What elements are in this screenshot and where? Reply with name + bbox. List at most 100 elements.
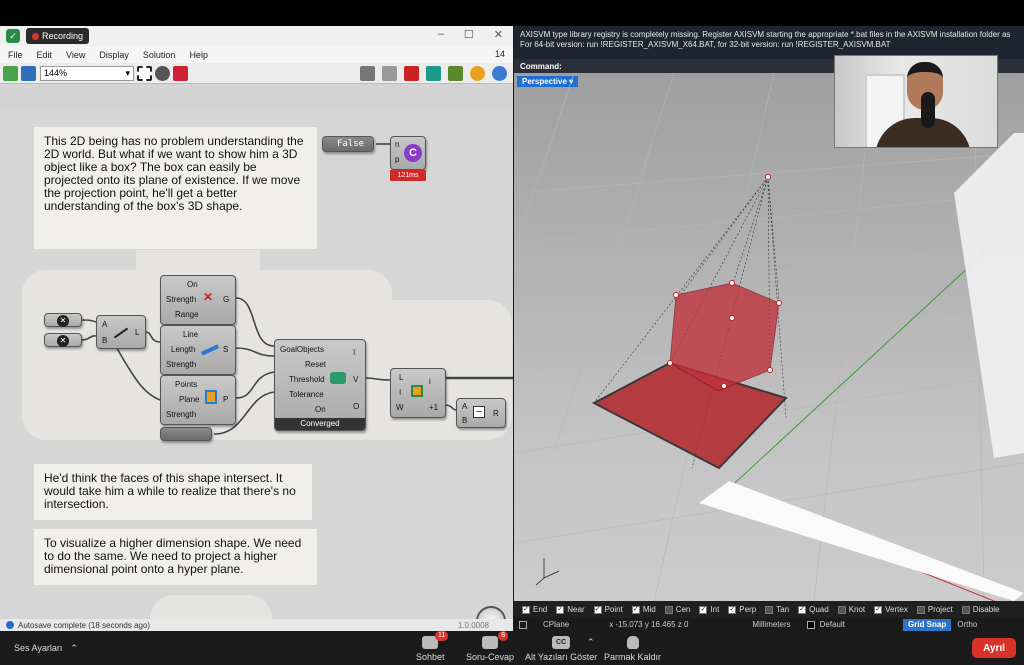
row-goalobjects: GoalObjects [280, 345, 325, 354]
raise-hand-label: Parmak Kaldır [604, 652, 662, 662]
snap-knot[interactable]: Knot [837, 605, 865, 614]
snap-cen[interactable]: Cen [664, 605, 690, 614]
wireframe-icon[interactable] [382, 66, 397, 81]
leave-button[interactable]: Ayrıl [972, 638, 1016, 658]
line-component[interactable]: A B L [96, 315, 146, 349]
shaded-icon[interactable] [404, 66, 419, 81]
menu-edit[interactable]: Edit [37, 50, 53, 60]
menu-view[interactable]: View [66, 50, 85, 60]
slider-component[interactable] [160, 427, 212, 441]
length-icon [200, 344, 220, 356]
perspective-viewport[interactable]: Perspective ▾ [514, 73, 1024, 601]
layer-label[interactable]: Default [820, 620, 845, 629]
onplane-goal-component[interactable]: Points Plane Strength P [160, 375, 236, 425]
output-i: I [353, 348, 356, 357]
row-tolerance: Tolerance [289, 390, 324, 399]
snap-vertex[interactable]: ✓ Vertex [874, 605, 908, 614]
white-slab [699, 481, 1024, 601]
output-p: P [223, 395, 229, 404]
output-plus1: +1 [429, 403, 439, 412]
snap-point[interactable]: ✓ Point [593, 605, 623, 614]
render-icon[interactable] [470, 66, 485, 81]
converged-label: Converged [300, 419, 340, 428]
snap-end[interactable]: ✓ End [522, 605, 547, 614]
maximize-icon[interactable]: ☐ [464, 28, 474, 41]
qa-button[interactable]: 8 Soru-Cevap [466, 631, 514, 662]
snap-tan[interactable]: Tan [765, 605, 789, 614]
length-goal-component[interactable]: Line Length Strength S [160, 325, 236, 375]
toggle-value: False [337, 139, 365, 149]
subtraction-component[interactable]: A B R – [456, 398, 506, 428]
preview-mode-icon[interactable] [360, 66, 375, 81]
checkbox-icon [664, 605, 673, 614]
select-icon[interactable] [137, 65, 152, 81]
snap-mid[interactable]: ✓ Mid [631, 605, 656, 614]
recording-badge[interactable]: Recording [26, 28, 90, 44]
concatenate-component[interactable]: n p C [390, 136, 426, 170]
recording-label: Recording [42, 31, 84, 41]
close-icon[interactable]: ✕ [494, 28, 503, 41]
timer-value: 121ms [397, 172, 419, 179]
top-black-strip [0, 0, 1024, 26]
menu-file[interactable]: File [8, 50, 23, 60]
grid-snap-toggle[interactable]: Grid Snap [903, 618, 952, 631]
toolbar-right-group [357, 66, 507, 81]
preview-eye-icon[interactable] [155, 65, 170, 81]
row-range: Range [175, 310, 199, 319]
rhino-status-bar: CPlane x -15.073 y 16.465 z 0 Millimeter… [514, 618, 1024, 631]
minus-icon: – [473, 406, 485, 418]
chevron-up-icon[interactable]: ⌃ [587, 637, 595, 648]
projected-shadow [591, 361, 788, 470]
panel-icon[interactable] [519, 620, 527, 629]
osnap-bar: ✓ End ✓ Near ✓ Point ✓ Mid Cen ✓ Int ✓ Perp Ta… [514, 601, 1024, 618]
open-file-icon[interactable] [3, 65, 18, 81]
input-l: L [399, 373, 404, 382]
anchor-icon: ✕ [203, 290, 214, 304]
point-icon: ✕ [57, 315, 69, 327]
menu-display[interactable]: Display [99, 50, 129, 60]
leave-label: Ayrıl [983, 642, 1005, 654]
snap-disable[interactable]: Disable [961, 605, 999, 614]
snap-near[interactable]: ✓ Near [556, 605, 585, 614]
audio-settings-label: Ses Ayarları [14, 643, 63, 653]
list-item-component[interactable]: L I W i +1 [390, 368, 446, 418]
captions-label: Alt Yazıları Göster [525, 652, 598, 662]
selected-only-icon[interactable] [448, 66, 463, 81]
snap-perp[interactable]: ✓ Perp [728, 605, 756, 614]
cplane-label[interactable]: CPlane [543, 620, 569, 629]
mesh-icon[interactable] [426, 66, 441, 81]
output-g: G [223, 295, 230, 304]
shield-icon: ✓ [6, 29, 20, 43]
globe-icon[interactable] [492, 66, 507, 81]
row-strength: Strength [166, 360, 197, 369]
menu-solution[interactable]: Solution [143, 50, 176, 60]
row-on: On [315, 405, 326, 414]
save-icon[interactable] [21, 65, 36, 81]
boolean-toggle[interactable]: False [322, 136, 374, 152]
autosave-icon [6, 621, 14, 629]
ortho-toggle[interactable]: Ortho [957, 620, 977, 629]
point-param-a[interactable]: ✕ [44, 313, 82, 327]
solver-status: Converged [275, 418, 365, 430]
grasshopper-window: ✓ Recording – ☐ ✕ File Edit View Display… [0, 26, 513, 631]
row-on: On [187, 280, 198, 289]
anchor-goal-component[interactable]: On Strength Range G ✕ [160, 275, 236, 325]
output-v: V [353, 375, 359, 384]
grasshopper-canvas[interactable]: This 2D being has no problem understandi… [0, 110, 513, 631]
snap-quad[interactable]: ✓ Quad [798, 605, 829, 614]
snap-project[interactable]: Project [916, 605, 953, 614]
checkbox-icon: ✓ [699, 605, 708, 614]
snap-int[interactable]: ✓ Int [699, 605, 719, 614]
output-s: S [223, 345, 229, 354]
sketch-icon[interactable] [173, 65, 188, 81]
kangaroo-solver[interactable]: GoalObjects Reset Threshold Tolerance On… [274, 339, 366, 431]
chat-button[interactable]: 11 Sohbet [416, 631, 449, 662]
menu-help[interactable]: Help [189, 50, 208, 60]
audio-settings-button[interactable]: Ses Ayarları ⌃ [14, 643, 78, 654]
zoom-dropdown[interactable]: 144% ▾ [40, 65, 134, 81]
raise-hand-button[interactable]: Parmak Kaldır [604, 636, 661, 662]
meeting-controls-bar: Ses Ayarları ⌃ 11 Sohbet 8 Soru-Cevap CC… [0, 631, 1024, 665]
point-param-b[interactable]: ✕ [44, 333, 82, 347]
concat-icon: C [404, 144, 422, 162]
minimize-icon[interactable]: – [438, 28, 444, 41]
